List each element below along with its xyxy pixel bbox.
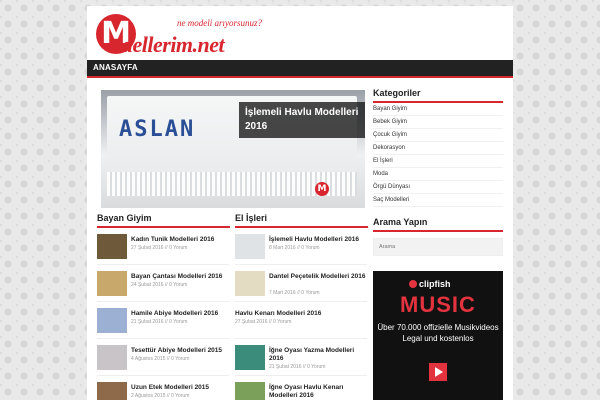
ad-line-2: Legal und kostenlos (402, 334, 474, 343)
logo-tagline: ne modeli arıyorsunuz? (177, 18, 262, 28)
divider (235, 301, 367, 302)
category-link[interactable]: Örgü Dünyası (373, 181, 503, 194)
category-link[interactable]: Moda (373, 168, 503, 181)
post-title[interactable]: İğne Oyası Havlu Kenarı Modelleri 2016 (269, 384, 369, 400)
post-item[interactable]: İşlemeli Havlu Modelleri 2016 8 Mart 2016… (235, 232, 368, 265)
post-title[interactable]: İğne Oyası Yazma Modelleri 2016 (269, 347, 369, 363)
featured-title[interactable]: İşlemeli Havlu Modelleri 2016 (239, 102, 365, 138)
post-meta: 27 Şubat 2016 // 0 Yorum (131, 245, 188, 251)
post-title[interactable]: İşlemeli Havlu Modelleri 2016 (269, 236, 369, 244)
post-title[interactable]: Havlu Kenarı Modelleri 2016 (235, 310, 335, 318)
category-link[interactable]: Saç Modelleri (373, 194, 503, 207)
post-meta: 2 Ağustos 2015 // 0 Yorum (131, 393, 190, 399)
post-thumbnail[interactable] (97, 308, 127, 333)
post-item[interactable]: İğne Oyası Havlu Kenarı Modelleri 20163 … (235, 380, 368, 400)
divider (235, 264, 367, 265)
divider (97, 338, 229, 339)
ad-brand-icon (409, 280, 417, 288)
featured-slider[interactable]: ASLAN İşlemeli Havlu Modelleri 2016 M (101, 90, 365, 208)
post-meta: 27 Şubat 2016 // 0 Yorum (235, 319, 292, 325)
search-input[interactable] (373, 238, 503, 256)
ad-brand: clipfish (409, 279, 451, 289)
post-item[interactable]: Havlu Kenarı Modelleri 2016 27 Şubat 2016… (235, 306, 368, 339)
divider (97, 375, 229, 376)
featured-image-text: ASLAN (119, 117, 196, 142)
category-link[interactable]: El İşleri (373, 155, 503, 168)
section-title[interactable]: El İşleri (235, 211, 368, 228)
post-item[interactable]: Tesettür Abiye Modelleri 2015 4 Ağustos 2… (97, 343, 230, 376)
page: M dellerim.net ne modeli arıyorsunuz? AN… (87, 6, 513, 400)
section-title[interactable]: Bayan Giyim (97, 211, 230, 228)
category-link[interactable]: Bayan Giyim (373, 103, 503, 116)
advertisement[interactable]: clipfish MUSIC Über 70.000 offizielle Mu… (373, 271, 503, 400)
nav-item-home[interactable]: ANASAYFA (93, 60, 138, 76)
divider (97, 301, 229, 302)
post-title[interactable]: Tesettür Abiye Modelleri 2015 (131, 347, 231, 355)
post-meta: 8 Mart 2016 // 0 Yorum (269, 245, 320, 251)
post-item[interactable]: Bayan Çantası Modelleri 2016 24 Şubat 201… (97, 269, 230, 302)
post-title[interactable]: Kadın Tunik Modelleri 2016 (131, 236, 231, 244)
category-link[interactable]: Çocuk Giyim (373, 129, 503, 142)
post-meta: 4 Ağustos 2015 // 0 Yorum (131, 356, 190, 362)
divider (235, 375, 367, 376)
post-thumbnail[interactable] (235, 345, 265, 370)
section-bayan-giyim: Bayan Giyim Kadın Tunik Modelleri 2016 27… (97, 211, 230, 400)
ad-brand-text: clipfish (419, 279, 451, 289)
divider (97, 264, 229, 265)
post-thumbnail[interactable] (97, 382, 127, 400)
post-meta: 21 Şubat 2016 // 0 Yorum (269, 364, 326, 370)
ad-headline: MUSIC (400, 292, 476, 317)
post-thumbnail[interactable] (97, 271, 127, 296)
site-header: M dellerim.net ne modeli arıyorsunuz? (87, 6, 513, 60)
post-item[interactable]: İğne Oyası Yazma Modelleri 2016 21 Şubat … (235, 343, 368, 376)
post-item[interactable]: Hamile Abiye Modelleri 2016 21 Şubat 2016… (97, 306, 230, 339)
category-link[interactable]: Bebek Giyim (373, 116, 503, 129)
category-link[interactable]: Dekorasyon (373, 142, 503, 155)
post-title[interactable]: Uzun Etek Modelleri 2015 (131, 384, 231, 392)
section-el-isleri: El İşleri İşlemeli Havlu Modelleri 2016 8… (235, 211, 368, 400)
sidebar: Kategoriler Bayan Giyim Bebek Giyim Çocuk … (373, 86, 503, 256)
watermark-logo-icon: M (315, 182, 329, 196)
post-title[interactable]: Bayan Çantası Modelleri 2016 (131, 273, 231, 281)
categories-list: Bayan Giyim Bebek Giyim Çocuk Giyim Dekoras… (373, 103, 503, 207)
logo-text[interactable]: dellerim.net (122, 33, 225, 57)
categories-title: Kategoriler (373, 86, 503, 103)
post-meta: 21 Şubat 2016 // 0 Yorum (131, 319, 188, 325)
post-thumbnail[interactable] (235, 271, 265, 296)
post-meta: 24 Şubat 2016 // 0 Yorum (131, 282, 188, 288)
search-title: Arama Yapın (373, 215, 503, 232)
main-nav: ANASAYFA (87, 60, 513, 78)
post-thumbnail[interactable] (97, 234, 127, 259)
post-thumbnail[interactable] (235, 234, 265, 259)
post-title[interactable]: Hamile Abiye Modelleri 2016 (131, 310, 231, 318)
post-title[interactable]: Dantel Peçetelik Modelleri 2016 (269, 273, 369, 281)
play-icon[interactable] (429, 363, 447, 381)
post-item[interactable]: Kadın Tunik Modelleri 2016 27 Şubat 2016 … (97, 232, 230, 265)
post-meta: 7 Mart 2016 // 0 Yorum (269, 290, 320, 296)
post-thumbnail[interactable] (235, 382, 265, 400)
post-item[interactable]: Uzun Etek Modelleri 2015 2 Ağustos 2015 /… (97, 380, 230, 400)
post-item[interactable]: Dantel Peçetelik Modelleri 2016 7 Mart 20… (235, 269, 368, 302)
divider (235, 338, 367, 339)
post-thumbnail[interactable] (97, 345, 127, 370)
ad-line-1: Über 70.000 offizielle Musikvideos (377, 323, 499, 332)
